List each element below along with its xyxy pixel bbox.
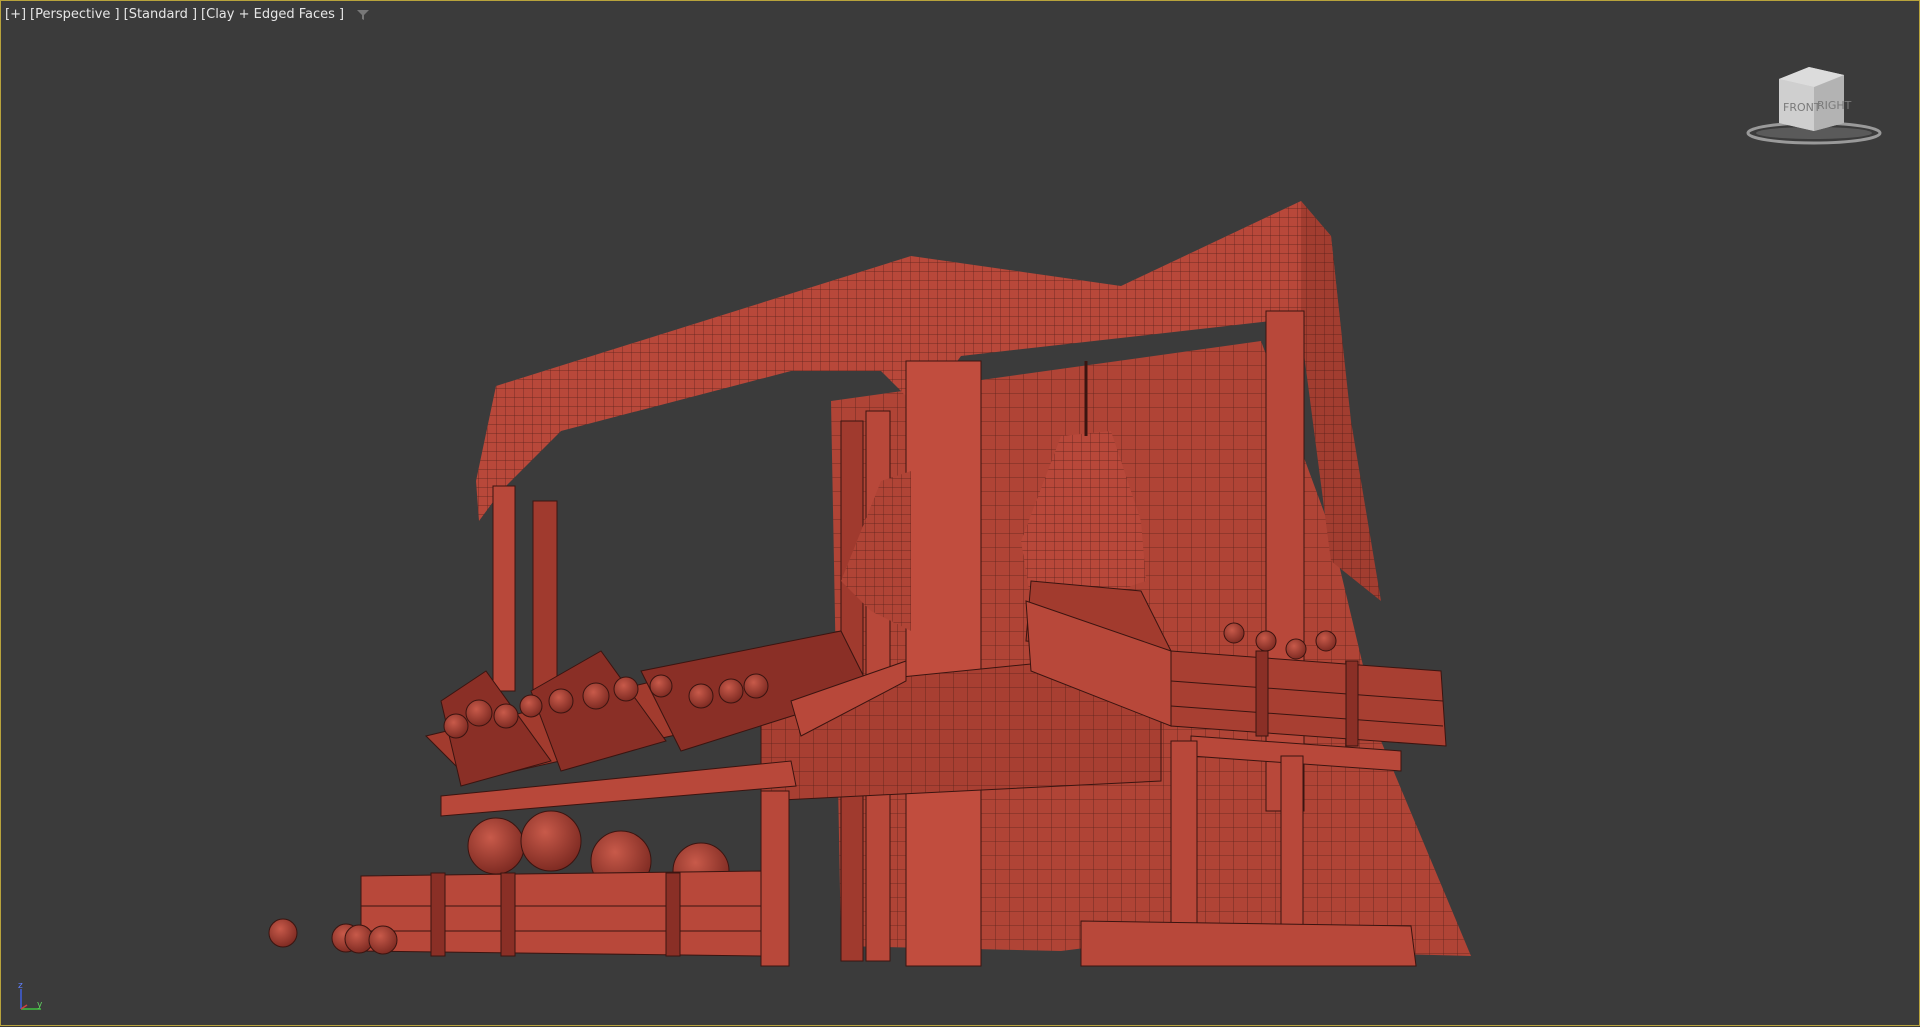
view-mode-label[interactable]: [Perspective ] bbox=[30, 7, 120, 22]
shading-preset-label[interactable]: [Standard ] bbox=[124, 7, 197, 22]
z-axis-label: z bbox=[18, 981, 23, 991]
y-axis-label: y bbox=[37, 1000, 43, 1010]
viewport-menu-button[interactable]: [+] bbox=[5, 7, 26, 22]
funnel-icon[interactable] bbox=[356, 8, 370, 22]
viewcube-right-label: RIGHT bbox=[1817, 99, 1852, 112]
perspective-viewport[interactable]: [+] [Perspective ] [Standard ] [Clay + E… bbox=[0, 0, 1920, 1026]
viewport-label-bar: [+] [Perspective ] [Standard ] [Clay + E… bbox=[5, 7, 370, 22]
viewcube-front-label: FRONT bbox=[1783, 101, 1821, 114]
shading-mode-label[interactable]: [Clay + Edged Faces ] bbox=[201, 7, 344, 22]
axis-tripod: z y bbox=[18, 981, 43, 1010]
viewcube[interactable]: FRONT RIGHT bbox=[1739, 61, 1889, 151]
lower-crate[interactable] bbox=[360, 810, 762, 957]
market-stall-model[interactable] bbox=[1, 1, 1920, 1027]
